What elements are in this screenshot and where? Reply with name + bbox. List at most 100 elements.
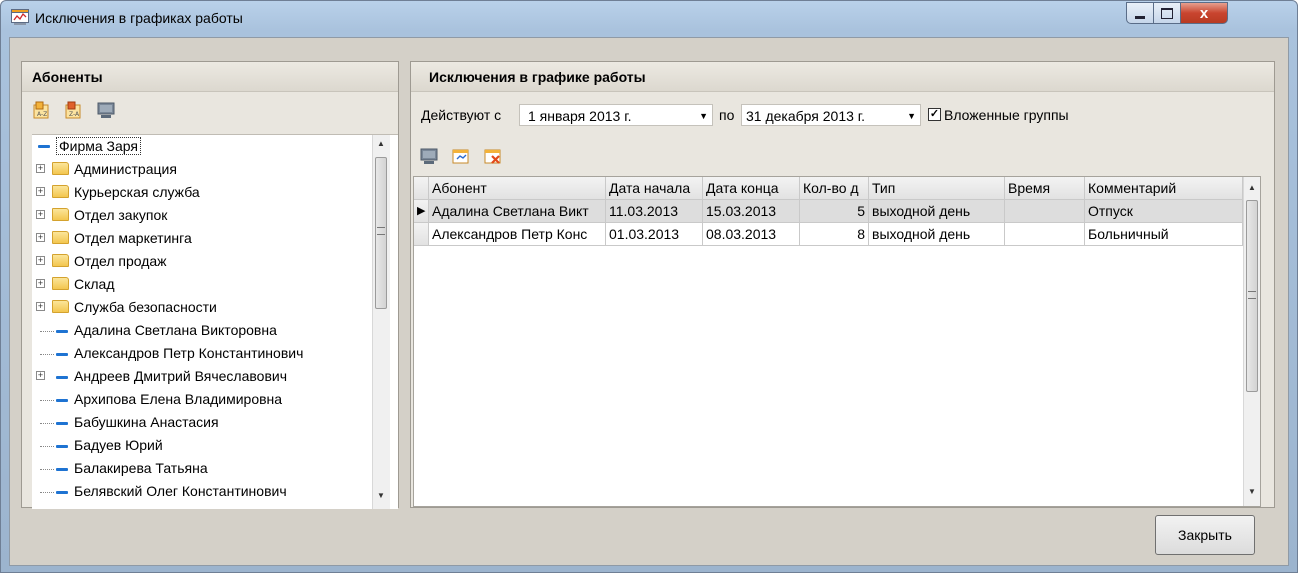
expand-icon[interactable]: + xyxy=(36,210,45,219)
folder-icon xyxy=(52,277,69,290)
expand-icon[interactable]: + xyxy=(36,233,45,242)
tree-line xyxy=(40,469,54,470)
title-bar[interactable]: Исключения в графиках работы x xyxy=(1,1,1297,37)
tree-line xyxy=(40,400,54,401)
tree-item-folder[interactable]: + Курьерская служба xyxy=(32,181,372,204)
schedule-chart-icon xyxy=(11,9,29,25)
column-header[interactable]: Дата конца xyxy=(703,177,800,200)
grid-cell[interactable]: Адалина Светлана Викт xyxy=(429,200,606,223)
delete-record-icon[interactable] xyxy=(483,146,503,166)
dropdown-arrow-icon: ▼ xyxy=(907,111,916,121)
tree-item-folder[interactable]: + Администрация xyxy=(32,158,372,181)
person-icon xyxy=(56,399,68,402)
to-label: по xyxy=(719,107,735,123)
to-date-picker[interactable]: 31 декабря 2013 г. ▼ xyxy=(741,104,921,126)
grid-cell[interactable]: Александров Петр Конс xyxy=(429,223,606,246)
nested-groups-checkbox[interactable]: ✓ xyxy=(928,108,941,121)
tree-item-folder[interactable]: + Отдел продаж xyxy=(32,250,372,273)
minimize-icon xyxy=(1135,15,1145,19)
maximize-button[interactable] xyxy=(1153,2,1181,24)
grid-cell[interactable]: выходной день xyxy=(869,223,1005,246)
to-date-value: 31 декабря 2013 г. xyxy=(746,108,866,124)
person-icon xyxy=(56,353,68,356)
edit-record-icon[interactable] xyxy=(451,146,471,166)
exceptions-panel: Исключения в графике работы Действуют с … xyxy=(410,61,1275,508)
scroll-down-icon[interactable]: ▼ xyxy=(373,491,389,500)
grid-cell[interactable] xyxy=(1005,200,1085,223)
grid-cell[interactable]: Отпуск xyxy=(1085,200,1243,223)
svg-text:Z-A: Z-A xyxy=(69,111,80,118)
exceptions-grid[interactable]: Абонент Дата начала Дата конца Кол-во д … xyxy=(413,176,1261,507)
folder-icon xyxy=(52,208,69,221)
tree-item-label: Адалина Светлана Викторовна xyxy=(74,322,277,338)
tree-line xyxy=(40,492,54,493)
expand-icon[interactable]: + xyxy=(36,164,45,173)
tree-item-root[interactable]: Фирма Заря xyxy=(32,135,372,158)
expand-icon[interactable]: + xyxy=(36,371,45,380)
grid-cell[interactable]: Больничный xyxy=(1085,223,1243,246)
column-header[interactable]: Дата начала xyxy=(606,177,703,200)
scroll-up-icon[interactable]: ▲ xyxy=(373,139,389,148)
grid-cell[interactable]: 08.03.2013 xyxy=(703,223,800,246)
close-window-button[interactable]: x xyxy=(1180,2,1228,24)
screen-icon[interactable] xyxy=(96,100,116,120)
grid-cell[interactable]: 8 xyxy=(800,223,869,246)
from-date-picker[interactable]: 1 января 2013 г. ▼ xyxy=(519,104,713,126)
tree-item-label: Александров Петр Константинович xyxy=(74,345,304,361)
column-header[interactable]: Тип xyxy=(869,177,1005,200)
folder-icon xyxy=(52,300,69,313)
tree-item-label: Отдел закупок xyxy=(74,207,168,223)
person-icon xyxy=(56,422,68,425)
tree-item-person[interactable]: Александров Петр Константинович xyxy=(32,342,372,365)
tree-item-person[interactable]: Адалина Светлана Викторовна xyxy=(32,319,372,342)
grid-scrollbar[interactable]: ▲ ▼ xyxy=(1243,177,1260,506)
sort-az-icon[interactable]: A-Z xyxy=(32,100,52,120)
column-header[interactable]: Абонент xyxy=(429,177,606,200)
subscribers-panel: Абоненты A-Z Z-A Фирма Заря + Администра… xyxy=(21,61,399,509)
grid-cell[interactable]: 15.03.2013 xyxy=(703,200,800,223)
tree-item-label: Администрация xyxy=(74,161,177,177)
tree-item-folder[interactable]: + Служба безопасности xyxy=(32,296,372,319)
screen-icon[interactable] xyxy=(419,146,439,166)
close-button[interactable]: Закрыть xyxy=(1155,515,1255,555)
expand-icon[interactable]: + xyxy=(36,302,45,311)
subscribers-tree[interactable]: Фирма Заря + Администрация + Курьерская … xyxy=(32,134,398,509)
tree-item-person[interactable]: Бабушкина Анастасия xyxy=(32,411,372,434)
tree-item-person[interactable]: Балакирева Татьяна xyxy=(32,457,372,480)
grid-cell[interactable]: 5 xyxy=(800,200,869,223)
grid-cell[interactable]: 01.03.2013 xyxy=(606,223,703,246)
expand-icon[interactable]: + xyxy=(36,256,45,265)
folder-icon xyxy=(52,162,69,175)
tree-item-label: Курьерская служба xyxy=(74,184,200,200)
group-icon xyxy=(38,145,50,148)
tree-item-person[interactable]: Архипова Елена Владимировна xyxy=(32,388,372,411)
row-selector[interactable]: ▶ xyxy=(414,200,429,223)
scroll-up-icon[interactable]: ▲ xyxy=(1244,183,1260,192)
tree-item-folder[interactable]: + Отдел маркетинга xyxy=(32,227,372,250)
tree-item-label: Фирма Заря xyxy=(56,137,142,155)
tree-item-person[interactable]: Бадуев Юрий xyxy=(32,434,372,457)
tree-scrollbar[interactable]: ▲ ▼ xyxy=(372,135,390,509)
column-header[interactable]: Комментарий xyxy=(1085,177,1243,200)
expand-icon[interactable]: + xyxy=(36,187,45,196)
person-icon xyxy=(56,330,68,333)
tree-item-person[interactable]: + Андреев Дмитрий Вячеславович xyxy=(32,365,372,388)
tree-item-label: Склад xyxy=(74,276,115,292)
person-icon xyxy=(56,376,68,379)
tree-item-label: Отдел маркетинга xyxy=(74,230,192,246)
expand-icon[interactable]: + xyxy=(36,279,45,288)
minimize-button[interactable] xyxy=(1126,2,1154,24)
column-header[interactable]: Кол-во д xyxy=(800,177,869,200)
person-icon xyxy=(56,445,68,448)
tree-item-person[interactable]: Белявский Олег Константинович xyxy=(32,480,372,503)
column-header[interactable]: Время xyxy=(1005,177,1085,200)
scroll-down-icon[interactable]: ▼ xyxy=(1244,487,1260,496)
sort-za-icon[interactable]: Z-A xyxy=(64,100,84,120)
tree-item-folder[interactable]: + Склад xyxy=(32,273,372,296)
row-selector[interactable] xyxy=(414,223,429,246)
tree-item-folder[interactable]: + Отдел закупок xyxy=(32,204,372,227)
grid-cell[interactable]: выходной день xyxy=(869,200,1005,223)
grid-cell[interactable]: 11.03.2013 xyxy=(606,200,703,223)
grid-cell[interactable] xyxy=(1005,223,1085,246)
tree-item-label: Отдел продаж xyxy=(74,253,167,269)
